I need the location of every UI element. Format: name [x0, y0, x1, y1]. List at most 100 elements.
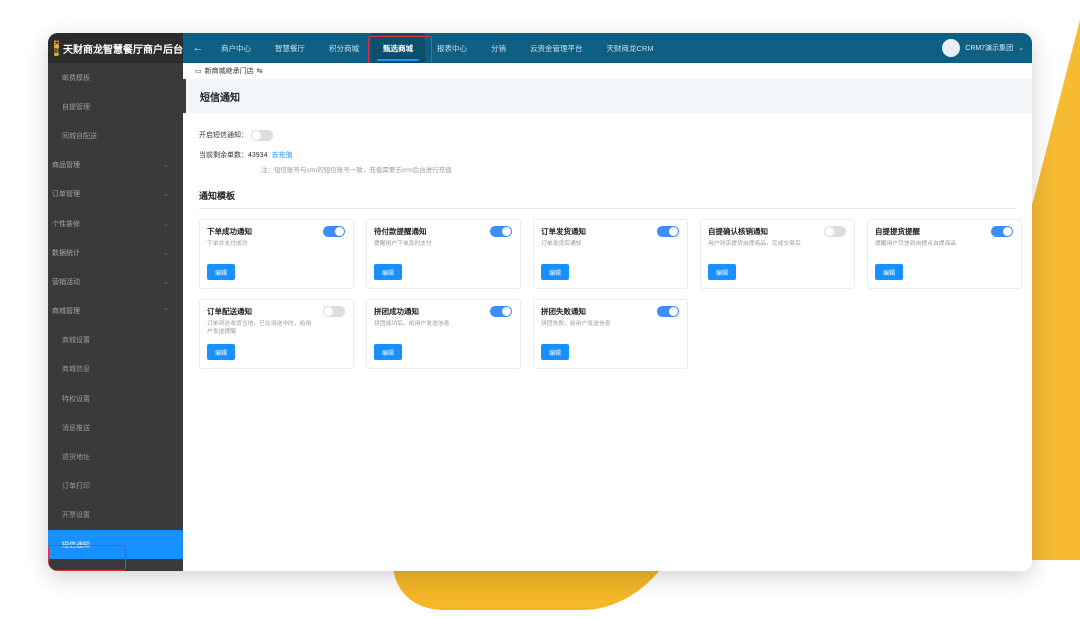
- nav-tab[interactable]: 天财商龙CRM: [595, 33, 666, 63]
- template-desc: 拼团成功后，给用户发送信息: [374, 321, 450, 327]
- sidebar-item-label: 订单管理: [52, 191, 80, 199]
- template-toggle[interactable]: [323, 306, 345, 317]
- template-toggle[interactable]: [490, 226, 512, 237]
- sidebar-item[interactable]: 商城管理 ⌃: [48, 297, 183, 326]
- recharge-link[interactable]: 去充值: [271, 150, 292, 160]
- template-card: 拼团失败通知 拼团失败，给用户发送信息 编辑: [533, 299, 688, 369]
- nav-tab[interactable]: 云资金管理平台: [518, 33, 595, 63]
- switch-icon[interactable]: ⇆: [257, 67, 263, 75]
- sidebar-item[interactable]: 退货地址: [48, 442, 183, 471]
- brand-logo: 天财商龙: [54, 40, 59, 56]
- template-toggle[interactable]: [657, 226, 679, 237]
- template-toggle[interactable]: [824, 226, 846, 237]
- edit-button[interactable]: 编辑: [708, 264, 737, 280]
- templates-section-title: 通知模板: [199, 189, 1016, 209]
- sidebar-item-label: 开票设置: [62, 512, 90, 520]
- template-card: 订单发货通知 订单发货后通知 编辑: [533, 219, 688, 289]
- sidebar-item[interactable]: 自提管理: [48, 92, 183, 121]
- chevron-down-icon[interactable]: ⌄: [1018, 44, 1024, 52]
- app-window: 天财商龙 天财商龙智慧餐厅商户后台 ← 商户中心智慧餐厅积分商城甄选商城报表中心…: [48, 33, 1032, 571]
- sidebar-item[interactable]: 商城设置: [48, 326, 183, 355]
- back-arrow-icon[interactable]: ←: [187, 42, 209, 54]
- nav-tab[interactable]: 商户中心: [209, 33, 263, 63]
- template-desc: 拼团失败，给用户发送信息: [541, 321, 611, 327]
- nav-tab[interactable]: 甄选商城: [371, 33, 425, 63]
- edit-button[interactable]: 编辑: [207, 264, 236, 280]
- template-card: 自提确认核销通知 用户到店提货自提商品，完成交易后 编辑: [700, 219, 855, 289]
- edit-button[interactable]: 编辑: [374, 264, 403, 280]
- sidebar-item[interactable]: 商城信息: [48, 355, 183, 384]
- template-cards: 下单成功通知 下单并支付成功 编辑 待付款提醒通知 提醒用户下单及时支付 编辑 订单发货通知…: [199, 219, 1022, 369]
- avatar[interactable]: [942, 39, 961, 57]
- sms-enable-row: 开启短信通知：: [199, 127, 1016, 143]
- top-navbar: 天财商龙 天财商龙智慧餐厅商户后台 ← 商户中心智慧餐厅积分商城甄选商城报表中心…: [48, 33, 1032, 69]
- template-card: 订单配送通知 订单到达收货当地，已在派送中时，给用户发送提醒 编辑: [199, 299, 354, 369]
- template-toggle[interactable]: [490, 306, 512, 317]
- sidebar-item[interactable]: 同城自配送: [48, 121, 183, 150]
- sms-enable-label: 开启短信通知：: [199, 132, 248, 139]
- sidebar-item-label: 同城自配送: [62, 132, 97, 140]
- user-area[interactable]: CRM7演示集团 ⌄: [942, 39, 1032, 57]
- template-toggle[interactable]: [323, 226, 345, 237]
- sidebar-item[interactable]: 开票设置: [48, 501, 183, 530]
- nav-tab[interactable]: 分销: [479, 33, 518, 63]
- sidebar-item-label: 营销活动: [52, 278, 80, 286]
- sidebar-item[interactable]: 消息推送: [48, 413, 183, 442]
- chevron-down-icon: ⌄: [163, 162, 169, 170]
- sidebar-item[interactable]: 订单打印: [48, 472, 183, 501]
- main-content: ▭ 新商城继承门店 ⇆ 短信通知 开启短信通知： 当前剩余单数： 43934 去…: [183, 63, 1032, 571]
- sidebar-item-label: 商城信息: [62, 366, 90, 374]
- nav-tab[interactable]: 报表中心: [425, 33, 479, 63]
- chevron-down-icon: ⌄: [163, 191, 169, 199]
- template-desc: 提醒用户下单及时支付: [374, 241, 432, 247]
- sidebar: 邮费模板 自提管理 同城自配送 商品管理 ⌄ 订单管理 ⌄ 个性装修 ⌄ 数据统计 ⌄ 营销活动 ⌄ 商城…: [48, 63, 183, 571]
- chevron-down-icon: ⌄: [163, 249, 169, 257]
- sidebar-item[interactable]: 邮费模板: [48, 63, 183, 92]
- breadcrumb-store[interactable]: 新商城继承门店: [205, 66, 254, 76]
- sidebar-item-label: 个性装修: [52, 220, 80, 228]
- sms-enable-toggle[interactable]: [251, 129, 273, 141]
- template-card: 拼团成功通知 拼团成功后，给用户发送信息 编辑: [366, 299, 521, 369]
- brand[interactable]: 天财商龙 天财商龙智慧餐厅商户后台: [48, 33, 183, 63]
- template-card: 自提提货提醒 提醒用户尽快到自提点自提商品 编辑: [867, 219, 1022, 289]
- template-desc: 提醒用户尽快到自提点自提商品: [875, 241, 957, 247]
- sms-balance-label: 当前剩余单数：: [199, 152, 248, 159]
- template-desc: 用户到店提货自提商品，完成交易后: [708, 241, 801, 247]
- sidebar-item-label: 邮费模板: [62, 74, 90, 82]
- template-toggle[interactable]: [657, 306, 679, 317]
- template-toggle[interactable]: [991, 226, 1013, 237]
- chevron-down-icon: ⌄: [163, 220, 169, 228]
- sidebar-item-label: 商城设置: [62, 337, 90, 345]
- template-card: 待付款提醒通知 提醒用户下单及时支付 编辑: [366, 219, 521, 289]
- sidebar-item-label: 商城管理: [52, 308, 80, 316]
- edit-button[interactable]: 编辑: [374, 344, 403, 360]
- edit-button[interactable]: 编辑: [541, 264, 570, 280]
- main-nav: 商户中心 智慧餐厅 积分商城 甄选商城 报表中心 分销 云资金管理平台 天财商龙CRM: [209, 33, 666, 63]
- sidebar-item[interactable]: 订单管理 ⌄: [48, 180, 183, 209]
- sms-note: 注：短信账号与crm的短信账号一致，充值需要去crm后台进行充值: [261, 167, 452, 174]
- sidebar-item[interactable]: 数据统计 ⌄: [48, 238, 183, 267]
- sidebar-item-label: 订单打印: [62, 483, 90, 491]
- org-name[interactable]: CRM7演示集团: [965, 43, 1013, 53]
- chevron-down-icon: ⌄: [163, 278, 169, 286]
- sidebar-item[interactable]: 营销活动 ⌄: [48, 267, 183, 296]
- nav-tab[interactable]: 积分商城: [317, 33, 371, 63]
- sidebar-item-label: 消息推送: [62, 424, 90, 432]
- brand-title: 天财商龙智慧餐厅商户后台: [63, 44, 183, 56]
- sms-balance-value: 43934: [248, 151, 268, 159]
- sidebar-item[interactable]: 短信通知: [48, 530, 183, 560]
- template-card: 下单成功通知 下单并支付成功 编辑: [199, 219, 354, 289]
- edit-button[interactable]: 编辑: [207, 344, 236, 360]
- sidebar-item-label: 商品管理: [52, 162, 80, 170]
- sidebar-item[interactable]: 商品管理 ⌄: [48, 151, 183, 180]
- nav-tab[interactable]: 智慧餐厅: [263, 33, 317, 63]
- sidebar-item-label: 特权设置: [62, 395, 90, 403]
- template-desc: 下单并支付成功: [207, 241, 248, 247]
- sidebar-item[interactable]: 个性装修 ⌄: [48, 209, 183, 238]
- edit-button[interactable]: 编辑: [541, 344, 570, 360]
- sidebar-item[interactable]: 特权设置: [48, 384, 183, 413]
- sidebar-item-label: 短信通知: [62, 541, 90, 549]
- sms-balance-row: 当前剩余单数： 43934 去充值: [199, 147, 1016, 163]
- store-icon: ▭: [195, 68, 202, 75]
- edit-button[interactable]: 编辑: [875, 264, 904, 280]
